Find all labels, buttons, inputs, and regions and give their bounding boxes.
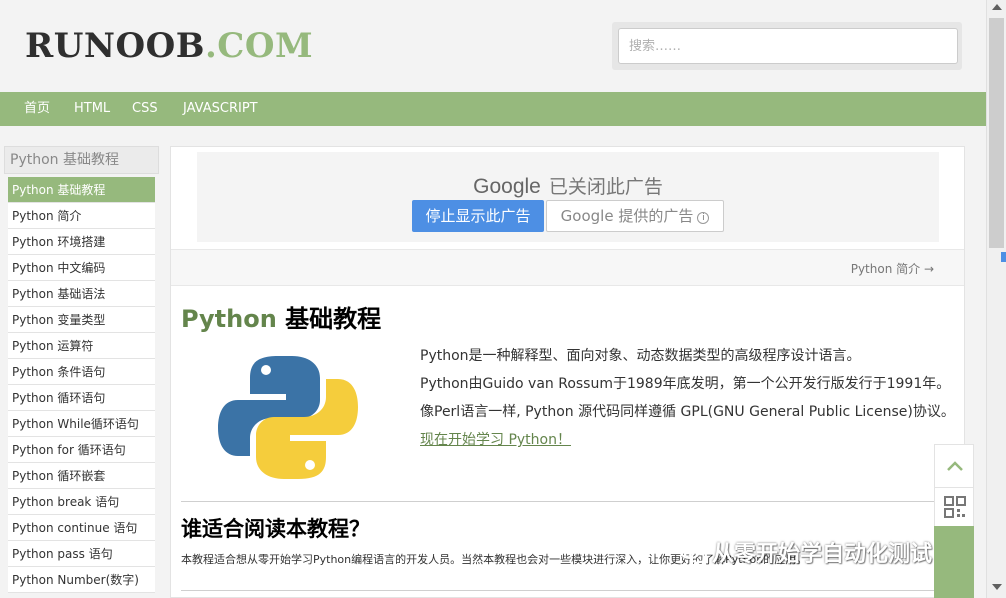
main-content: Google 已关闭此广告 停止显示此广告 Google 提供的广告 i Pytho… bbox=[170, 146, 965, 598]
sidebar-item-number[interactable]: Python Number(数字) bbox=[8, 567, 155, 593]
search-box bbox=[612, 22, 962, 70]
sidebar-item-loops[interactable]: Python 循环语句 bbox=[8, 385, 155, 411]
nav-item-javascript[interactable]: JAVASCRIPT bbox=[183, 92, 258, 126]
scrollbar-thumb[interactable] bbox=[989, 18, 1004, 248]
page-scrollbar[interactable] bbox=[986, 0, 1006, 598]
qr-code-button[interactable] bbox=[934, 487, 974, 527]
page-title-rest: 基础教程 bbox=[276, 305, 382, 333]
sidebar: Python 基础教程 Python 基础教程 Python 简介 Python… bbox=[0, 140, 162, 598]
intro-line-1: Python是一种解释型、面向对象、动态数据类型的高级程序设计语言。 bbox=[420, 348, 861, 364]
sidebar-item-break[interactable]: Python break 语句 bbox=[8, 489, 155, 515]
logo-text-green: .COM bbox=[204, 26, 314, 66]
ad-closed-message: Google 已关闭此广告 bbox=[197, 172, 939, 199]
ad-google-brand: Google bbox=[473, 175, 541, 198]
site-logo[interactable]: RUNOOB.COM bbox=[25, 27, 313, 65]
search-input[interactable] bbox=[618, 28, 958, 64]
sidebar-item-syntax[interactable]: Python 基础语法 bbox=[8, 281, 155, 307]
ad-banner: Google 已关闭此广告 停止显示此广告 Google 提供的广告 i bbox=[197, 152, 939, 242]
section-title: 谁适合阅读本教程？ bbox=[181, 517, 370, 541]
intro-text: Python是一种解释型、面向对象、动态数据类型的高级程序设计语言。 Pytho… bbox=[420, 342, 955, 454]
scroll-up-arrow-icon[interactable] bbox=[992, 4, 1002, 10]
watermark-text: 从零开始学自动化测试 bbox=[712, 542, 933, 567]
sidebar-item-basics[interactable]: Python 基础教程 bbox=[8, 177, 155, 203]
pager-bar: Python 简介 → bbox=[171, 250, 964, 286]
sidebar-item-variable-types[interactable]: Python 变量类型 bbox=[8, 307, 155, 333]
sidebar-item-while-loop[interactable]: Python While循环语句 bbox=[8, 411, 155, 437]
logo-text-dark: RUNOOB bbox=[25, 26, 205, 66]
wechat-watermark: 从零开始学自动化测试 bbox=[678, 536, 932, 568]
nav-item-html[interactable]: HTML bbox=[74, 92, 110, 126]
ad-closed-text: 已关闭此广告 bbox=[548, 176, 663, 198]
sidebar-item-chinese-encoding[interactable]: Python 中文编码 bbox=[8, 255, 155, 281]
sidebar-item-env-setup[interactable]: Python 环境搭建 bbox=[8, 229, 155, 255]
sidebar-item-continue[interactable]: Python continue 语句 bbox=[8, 515, 155, 541]
sidebar-item-intro[interactable]: Python 简介 bbox=[8, 203, 155, 229]
nav-item-home[interactable]: 首页 bbox=[24, 92, 50, 126]
scroll-marker bbox=[1001, 252, 1006, 262]
intro-line-2: Python由Guido van Rossum于1989年底发明，第一个公开发行… bbox=[420, 376, 951, 392]
intro-line-3: 像Perl语言一样, Python 源代码同样遵循 GPL(GNU Genera… bbox=[420, 404, 955, 420]
python-logo-icon bbox=[218, 356, 358, 479]
back-to-top-button[interactable] bbox=[934, 444, 974, 488]
stop-showing-ad-button[interactable]: 停止显示此广告 bbox=[412, 200, 544, 232]
section-divider bbox=[181, 501, 953, 502]
sidebar-item-for-loop[interactable]: Python for 循环语句 bbox=[8, 437, 155, 463]
info-icon: i bbox=[697, 212, 710, 224]
wechat-icon bbox=[679, 541, 707, 564]
sidebar-item-conditionals[interactable]: Python 条件语句 bbox=[8, 359, 155, 385]
feedback-tab[interactable] bbox=[934, 526, 974, 598]
qr-code-icon bbox=[944, 496, 966, 518]
sidebar-item-pass[interactable]: Python pass 语句 bbox=[8, 541, 155, 567]
sidebar-title: Python 基础教程 bbox=[4, 146, 159, 174]
sidebar-list: Python 基础教程 Python 简介 Python 环境搭建 Python… bbox=[8, 177, 155, 593]
page-title: Python 基础教程 bbox=[181, 299, 381, 334]
top-nav: 首页 HTML CSS JAVASCRIPT bbox=[0, 92, 986, 126]
start-learning-link[interactable]: 现在开始学习 Python！ bbox=[420, 432, 571, 448]
page-title-highlight: Python bbox=[181, 305, 277, 333]
scroll-down-arrow-icon[interactable] bbox=[992, 584, 1002, 590]
nav-item-css[interactable]: CSS bbox=[132, 92, 158, 126]
sidebar-item-nested-loops[interactable]: Python 循环嵌套 bbox=[8, 463, 155, 489]
site-header: RUNOOB.COM bbox=[0, 0, 986, 92]
ads-by-google-label: Google 提供的广告 bbox=[560, 207, 694, 225]
next-page-link[interactable]: Python 简介 → bbox=[851, 260, 934, 277]
chevron-up-icon bbox=[947, 461, 963, 471]
sidebar-item-operators[interactable]: Python 运算符 bbox=[8, 333, 155, 359]
section-divider-bottom bbox=[181, 590, 953, 591]
ads-by-google-button[interactable]: Google 提供的广告 i bbox=[546, 200, 724, 232]
